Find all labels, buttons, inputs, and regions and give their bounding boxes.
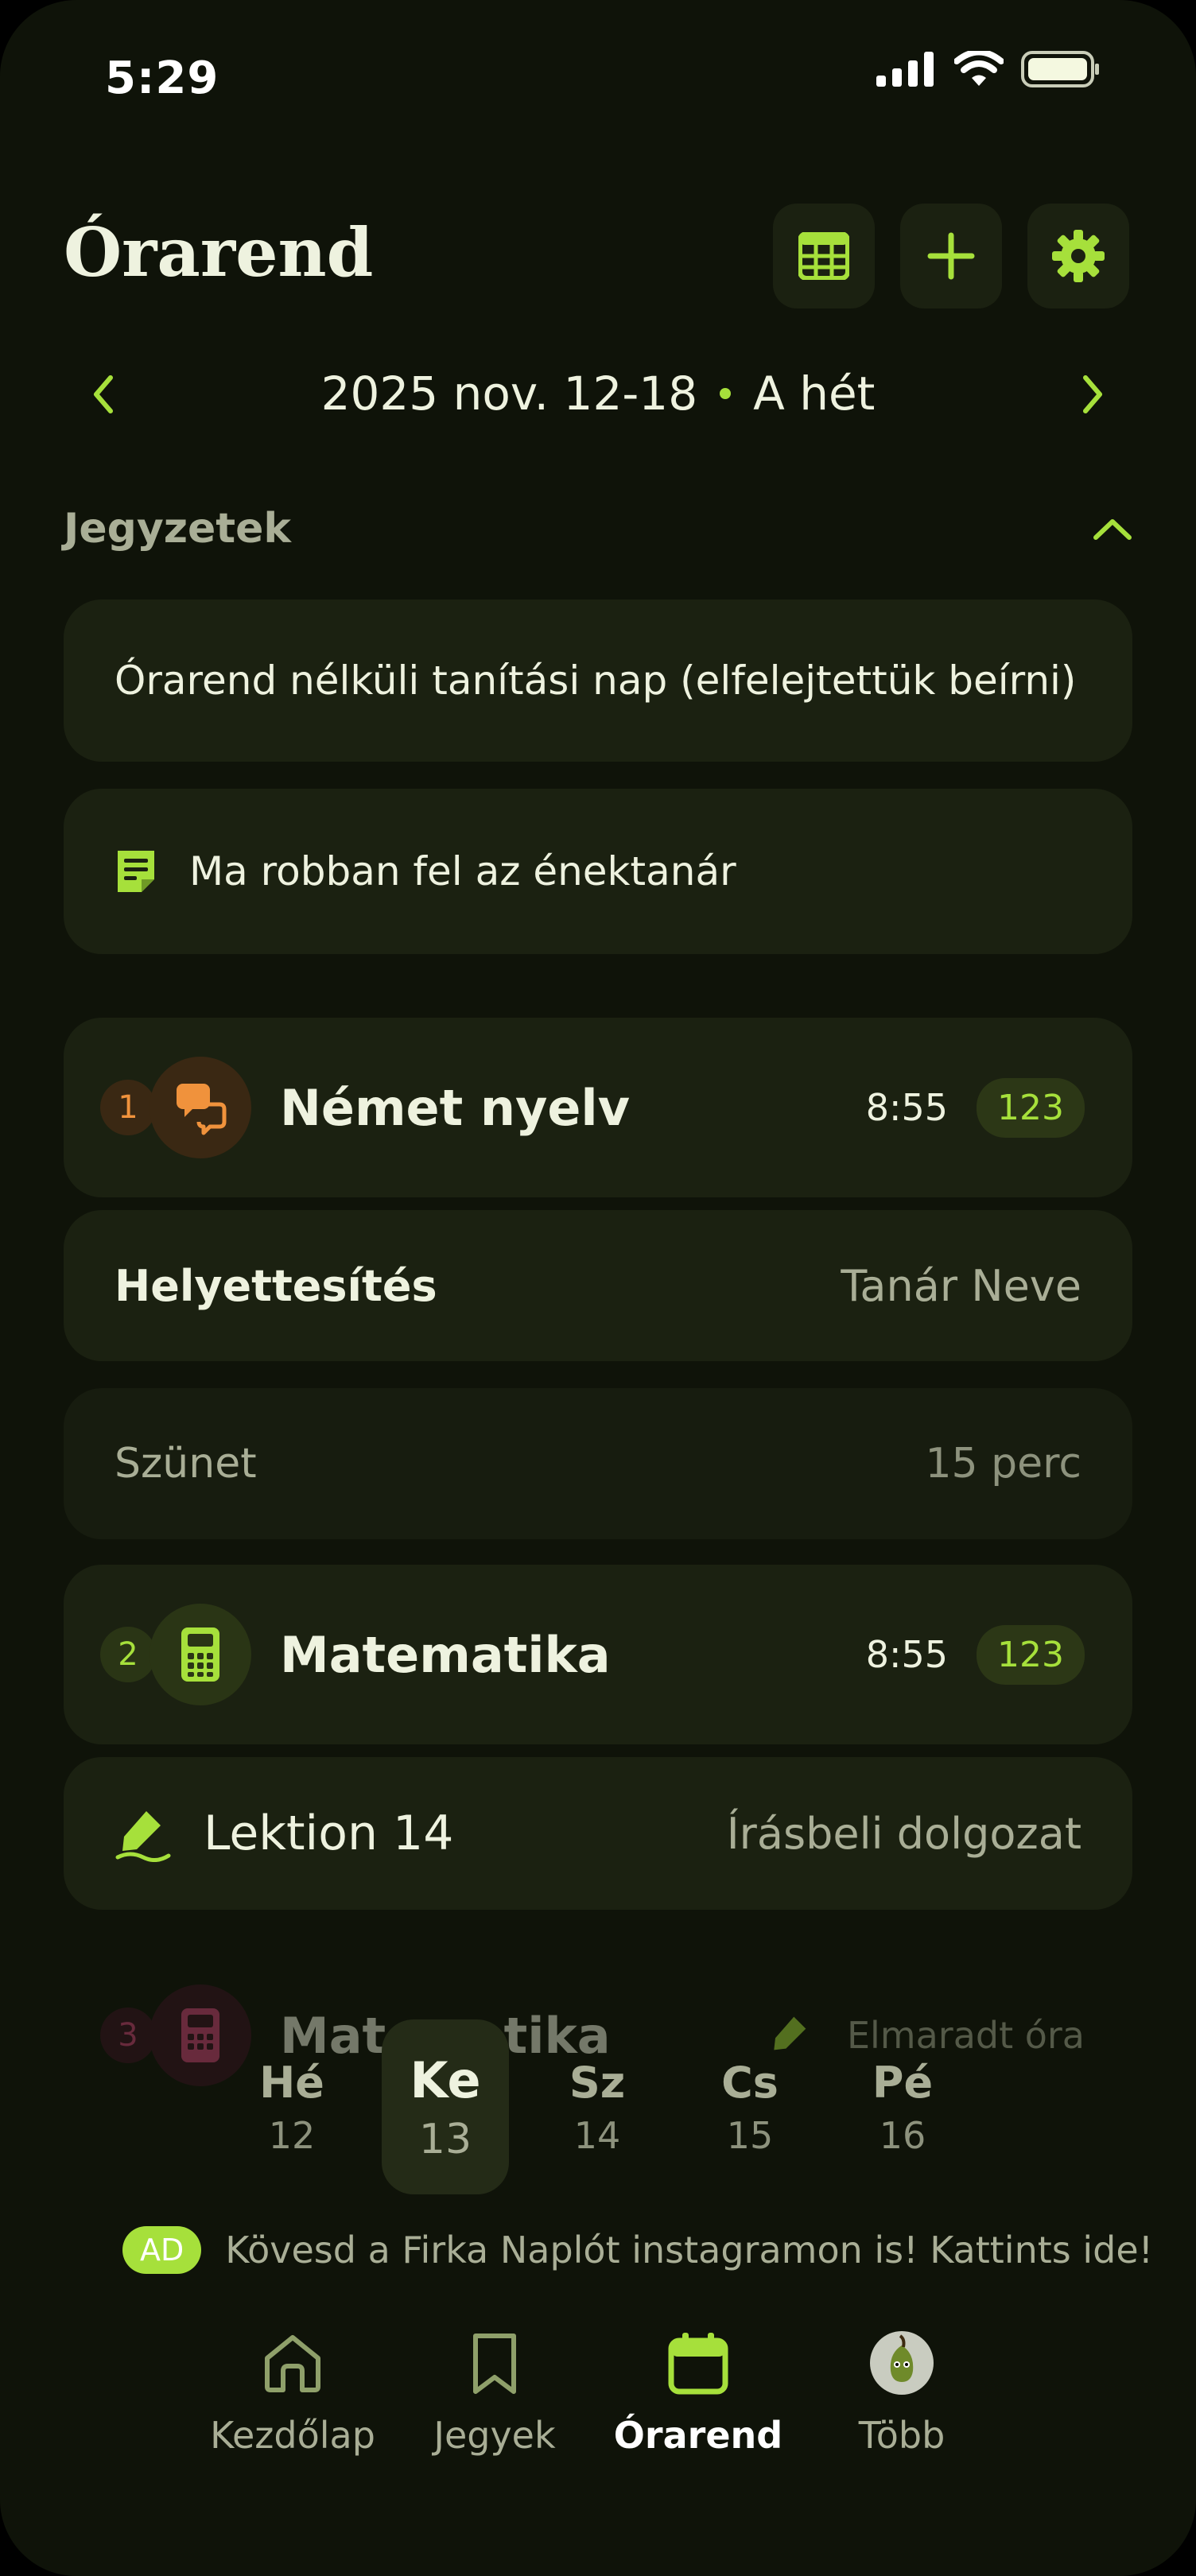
- substitution-teacher: Tanár Neve: [841, 1260, 1081, 1311]
- day-number: 14: [573, 2113, 621, 2157]
- day-wednesday[interactable]: Sz 14: [534, 2019, 661, 2194]
- chat-bubbles-icon: [150, 1057, 251, 1158]
- pencil-icon: [115, 1811, 171, 1862]
- plus-icon: [927, 232, 975, 280]
- note-icon: [118, 851, 154, 892]
- week-parity: A hét: [753, 367, 876, 421]
- signal-icon: [876, 52, 934, 87]
- day-monday[interactable]: Hé 12: [228, 2019, 355, 2194]
- room-badge: 123: [977, 1624, 1085, 1685]
- day-selector: Hé 12 Ke 13 Sz 14 Cs 15 Pé 16: [0, 2019, 1196, 2202]
- home-icon: [265, 2335, 320, 2392]
- bottom-tab-bar: Kezdőlap Jegyek Órarend Több: [0, 2330, 1196, 2489]
- day-name: Ke: [410, 2050, 481, 2109]
- tab-label: Órarend: [613, 2414, 783, 2457]
- week-label[interactable]: 2025 nov. 12-18 A hét: [321, 367, 876, 421]
- day-number: 15: [726, 2113, 774, 2157]
- day-number: 13: [418, 2115, 472, 2163]
- lesson-card[interactable]: 1 Német nyelv 8:55 123: [64, 1018, 1132, 1197]
- break-duration: 15 perc: [925, 1440, 1081, 1488]
- exam-card[interactable]: Lektion 14 Írásbeli dolgozat: [64, 1757, 1132, 1910]
- day-number: 12: [268, 2113, 316, 2157]
- gear-icon: [1052, 230, 1105, 282]
- room-badge: 123: [977, 1077, 1085, 1138]
- tab-home[interactable]: Kezdőlap: [197, 2330, 388, 2457]
- previous-week-button[interactable]: [80, 370, 127, 418]
- lesson-subject: Matematika: [280, 1625, 611, 1684]
- tab-more[interactable]: Több: [806, 2330, 997, 2457]
- break-card: Szünet 15 perc: [64, 1388, 1132, 1539]
- next-week-button[interactable]: [1069, 370, 1116, 418]
- day-name: Hé: [259, 2057, 324, 2108]
- tab-timetable[interactable]: Órarend: [603, 2330, 794, 2457]
- phone-screen: 5:29 Órarend 2025 nov. 12-18 A hét Jegyz…: [0, 0, 1196, 2576]
- page-title: Órarend: [64, 213, 374, 292]
- chevron-right-icon: [1083, 375, 1102, 413]
- calendar-icon: [668, 2333, 728, 2395]
- settings-button[interactable]: [1027, 204, 1129, 308]
- day-name: Cs: [721, 2057, 779, 2108]
- lesson-subject: Német nyelv: [280, 1078, 631, 1137]
- break-label: Szünet: [115, 1440, 257, 1488]
- day-thursday[interactable]: Cs 15: [686, 2019, 814, 2194]
- avatar: [870, 2331, 934, 2395]
- lesson-number: 2: [100, 1627, 156, 1682]
- chevron-up-icon[interactable]: [1093, 517, 1132, 541]
- substitution-card[interactable]: Helyettesítés Tanár Neve: [64, 1210, 1132, 1361]
- ad-badge: AD: [122, 2226, 202, 2274]
- tab-label: Kezdőlap: [210, 2414, 375, 2457]
- day-number: 16: [879, 2113, 926, 2157]
- note-card[interactable]: Ma robban fel az énektanár: [64, 789, 1132, 954]
- notes-section-title: Jegyzetek: [64, 505, 291, 553]
- table-view-button[interactable]: [773, 204, 875, 308]
- calculator-icon: [150, 1604, 251, 1705]
- note-text: Ma robban fel az énektanár: [189, 848, 736, 894]
- substitution-label: Helyettesítés: [115, 1260, 437, 1311]
- lesson-card[interactable]: 2 Matematika 8:55 123: [64, 1565, 1132, 1744]
- day-friday[interactable]: Pé 16: [839, 2019, 966, 2194]
- ad-text: Kövesd a Firka Naplót instagramon is! Ka…: [225, 2229, 1154, 2271]
- note-text: Órarend nélküli tanítási nap (elfelejtet…: [115, 658, 1077, 704]
- grid-icon: [798, 232, 849, 280]
- bookmark-icon: [473, 2334, 516, 2394]
- week-range: 2025 nov. 12-18: [320, 367, 698, 421]
- lesson-time: 8:55: [865, 1633, 949, 1676]
- day-name: Pé: [872, 2057, 934, 2108]
- chevron-left-icon: [94, 375, 113, 413]
- lesson-number: 1: [100, 1080, 156, 1135]
- day-tuesday[interactable]: Ke 13: [382, 2019, 509, 2194]
- note-card[interactable]: Órarend nélküli tanítási nap (elfelejtet…: [64, 599, 1132, 762]
- day-name: Sz: [569, 2057, 626, 2108]
- week-separator-dot: [720, 388, 732, 399]
- status-icons: [876, 51, 1101, 87]
- add-button[interactable]: [900, 204, 1002, 308]
- exam-type: Írásbeli dolgozat: [726, 1808, 1081, 1859]
- tab-label: Több: [858, 2414, 946, 2457]
- status-time: 5:29: [105, 52, 219, 104]
- notes-section-header[interactable]: Jegyzetek: [64, 501, 1132, 557]
- exam-title: Lektion 14: [204, 1806, 454, 1861]
- battery-icon: [1021, 51, 1099, 87]
- week-navigator: 2025 nov. 12-18 A hét: [64, 350, 1132, 437]
- tab-grades[interactable]: Jegyek: [399, 2330, 590, 2457]
- tab-label: Jegyek: [433, 2414, 556, 2457]
- wifi-icon: [954, 51, 1004, 86]
- lesson-time: 8:55: [865, 1086, 949, 1129]
- ad-banner[interactable]: AD Kövesd a Firka Naplót instagramon is!…: [122, 2226, 1153, 2274]
